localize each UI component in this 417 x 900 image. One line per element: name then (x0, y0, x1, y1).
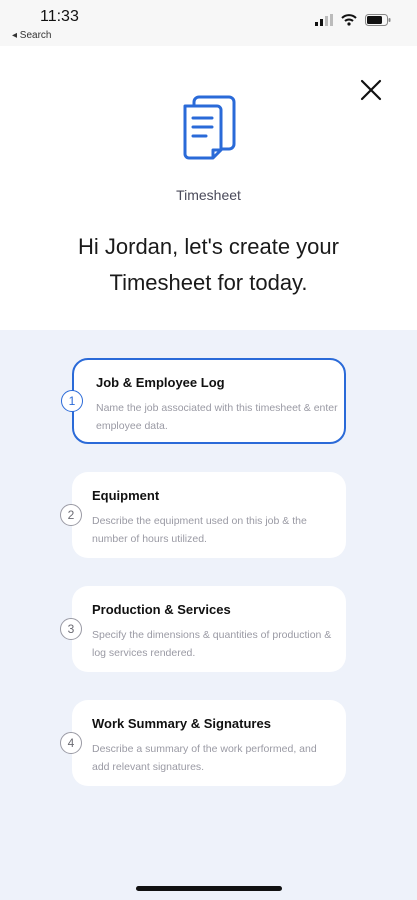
home-indicator[interactable] (136, 886, 282, 891)
wifi-icon (341, 14, 357, 26)
timesheet-document-icon (183, 95, 236, 160)
steps-list: 1 Job & Employee Log Name the job associ… (0, 330, 417, 900)
step-title: Work Summary & Signatures (92, 716, 271, 731)
step-title: Job & Employee Log (96, 375, 225, 390)
close-button[interactable] (359, 78, 383, 102)
status-icons (315, 14, 391, 26)
document-type-label: Timesheet (176, 187, 241, 203)
step-equipment[interactable]: 2 Equipment Describe the equipment used … (60, 472, 346, 558)
step-title: Equipment (92, 488, 160, 503)
intro-section: Timesheet Hi Jordan, let's create your T… (0, 46, 417, 330)
close-icon (360, 79, 382, 101)
step-job-employee-log[interactable]: 1 Job & Employee Log Name the job associ… (61, 358, 346, 444)
signal-icon (315, 14, 333, 26)
step-work-summary-signatures[interactable]: 4 Work Summary & Signatures Describe a s… (60, 700, 346, 786)
step-number-badge: 1 (61, 390, 83, 412)
step-title: Production & Services (92, 602, 231, 617)
step-number-badge: 3 (60, 618, 82, 640)
back-to-search-link[interactable]: ◂ Search (12, 30, 51, 41)
status-bar: 11:33 ◂ Search (0, 0, 417, 46)
step-description: Describe the equipment used on this job … (92, 515, 307, 545)
page-title: Hi Jordan, let's create your Timesheet f… (78, 234, 339, 295)
step-number-badge: 2 (60, 504, 82, 526)
battery-icon (365, 14, 391, 26)
step-number-badge: 4 (60, 732, 82, 754)
status-time: 11:33 (40, 8, 79, 25)
step-description: Describe a summary of the work performed… (92, 743, 317, 773)
step-production-services[interactable]: 3 Production & Services Specify the dime… (60, 586, 346, 672)
step-description: Name the job associated with this timesh… (96, 402, 338, 432)
step-description: Specify the dimensions & quantities of p… (92, 629, 332, 659)
